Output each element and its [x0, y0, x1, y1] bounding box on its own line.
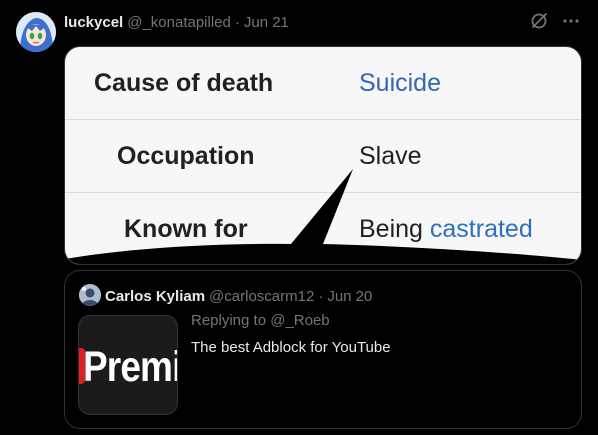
quote-header: Carlos Kyliam @carloscarm12 · Jun 20 — [105, 286, 372, 306]
quote-separator: · — [318, 287, 324, 305]
quote-author-avatar[interactable] — [79, 284, 101, 306]
tweet-date[interactable]: Jun 21 — [244, 14, 289, 31]
tweet-image[interactable]: Cause of death Suicide Occupation Slave … — [64, 46, 582, 265]
replying-to: Replying to @_Roeb — [191, 312, 330, 329]
reply-prefix: Replying to — [191, 312, 267, 329]
more-icon[interactable] — [562, 12, 580, 30]
reply-handle[interactable]: @_Roeb — [270, 312, 329, 329]
grok-icon[interactable] — [530, 12, 548, 30]
thumbnail-text: Premi — [83, 343, 178, 391]
author-avatar[interactable] — [16, 12, 56, 52]
speech-bubble-overlay — [65, 169, 581, 264]
quote-author-name[interactable]: Carlos Kyliam — [105, 288, 205, 305]
quote-thumbnail[interactable]: Premi — [78, 315, 178, 415]
quoted-tweet[interactable]: Carlos Kyliam @carloscarm12 · Jun 20 Pre… — [64, 270, 582, 429]
tweet-header: luckycel @_konatapilled · Jun 21 — [64, 12, 289, 32]
quote-date[interactable]: Jun 20 — [327, 288, 372, 305]
author-handle[interactable]: @_konatapilled — [127, 14, 231, 31]
header-separator: · — [234, 13, 240, 31]
tweet-actions-top — [530, 12, 580, 30]
quote-text: The best Adblock for YouTube — [191, 339, 391, 356]
author-name[interactable]: luckycel — [64, 14, 123, 31]
quote-author-handle[interactable]: @carloscarm12 — [209, 288, 314, 305]
